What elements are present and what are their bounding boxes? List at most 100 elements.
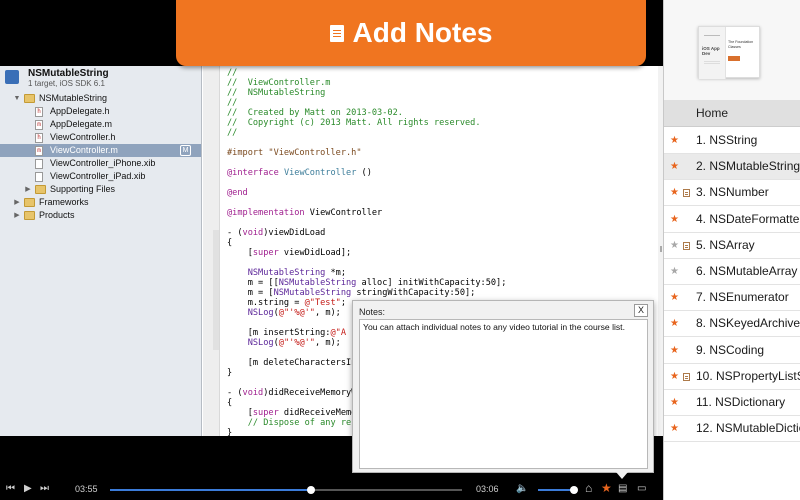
lesson-item[interactable]: ★ 2. NSMutableString <box>664 154 800 181</box>
navigator-item[interactable]: ViewController_iPhone.xib <box>0 157 201 170</box>
star-filled-icon[interactable]: ★ <box>669 154 680 179</box>
navigator-item-label: Products <box>39 210 75 220</box>
volume-knob[interactable] <box>570 486 579 494</box>
disclosure-closed-icon[interactable]: ▶ <box>24 183 32 196</box>
code-line: } <box>227 428 233 436</box>
lesson-item[interactable]: ★ 11. NSDictionary <box>664 390 800 416</box>
navigator-item[interactable]: m AppDelegate.m <box>0 118 201 131</box>
project-navigator: NSMutableString 1 target, iOS SDK 6.1 ▼ N… <box>0 66 202 436</box>
navigator-item[interactable]: h ViewController.h <box>0 131 201 144</box>
code-line: @end <box>227 188 248 198</box>
fullscreen-icon[interactable]: ▭ <box>637 483 646 495</box>
navigator-item[interactable]: ▼ NSMutableString <box>0 92 201 105</box>
code-line: // <box>227 128 238 138</box>
code-line: [m deleteCharactersIn <box>227 358 357 368</box>
notes-textarea[interactable]: You can attach individual notes to any v… <box>359 319 648 469</box>
elapsed-time: 03:55 <box>75 484 98 494</box>
folder-icon <box>24 211 35 220</box>
course-cover-image[interactable]: iOS App Dev The Foundation Classes <box>698 26 760 79</box>
lesson-item[interactable]: ★ 7. NSEnumerator <box>664 285 800 312</box>
lesson-item[interactable]: ★ 5. NSArray <box>664 233 800 259</box>
lesson-item[interactable]: ★ 8. NSKeyedArchiver <box>664 311 800 338</box>
notes-icon[interactable]: ▤ <box>618 483 627 495</box>
navigator-item[interactable]: ViewController_iPad.xib <box>0 170 201 183</box>
navigator-item[interactable]: ▶ Supporting Files <box>0 183 201 196</box>
xib-file-icon <box>35 172 43 182</box>
play-icon[interactable]: ▶ <box>24 483 32 495</box>
lesson-item[interactable]: ★ 10. NSPropertyListS <box>664 364 800 390</box>
feature-banner: Add Notes <box>176 0 646 66</box>
code-line: // NSMutableString <box>227 88 326 98</box>
project-subtitle: 1 target, iOS SDK 6.1 <box>28 79 105 88</box>
code-line: m.string = @"Test"; <box>227 298 347 308</box>
home-label: Home <box>696 106 729 120</box>
navigator-item[interactable]: ▶ Frameworks <box>0 196 201 209</box>
star-filled-icon[interactable]: ★ <box>669 128 680 153</box>
lesson-title: 4. NSDateFormatter <box>696 211 800 226</box>
lesson-item[interactable]: ★ 4. NSDateFormatter <box>664 207 800 233</box>
lesson-item[interactable]: ★ 3. NSNumber <box>664 180 800 207</box>
home-icon[interactable]: ⌂ <box>585 482 592 494</box>
volume-icon[interactable]: 🔈 <box>516 483 528 495</box>
home-row[interactable]: Home <box>664 100 800 127</box>
disclosure-closed-icon[interactable]: ▶ <box>13 196 21 209</box>
navigator-item-label: Frameworks <box>39 197 89 207</box>
star-filled-icon[interactable]: ★ <box>669 207 680 232</box>
cover-logo <box>728 56 740 61</box>
navigator-item[interactable]: h AppDelegate.h <box>0 105 201 118</box>
volume-slider[interactable] <box>538 486 579 494</box>
code-line: NSLog(@"'%@'", m); <box>247 338 341 348</box>
star-filled-icon[interactable]: ★ <box>669 390 680 415</box>
course-sidebar: iOS App Dev The Foundation Classes Home … <box>663 0 800 500</box>
code-line: NSMutableString *m; <box>247 268 347 278</box>
disclosure-closed-icon[interactable]: ▶ <box>13 209 21 222</box>
lesson-title: 3. NSNumber <box>696 185 769 200</box>
star-empty-icon[interactable]: ★ <box>669 259 680 284</box>
navigator-item-label: ViewController_iPad.xib <box>50 171 146 181</box>
star-filled-icon[interactable]: ★ <box>669 285 680 310</box>
star-filled-icon[interactable]: ★ <box>669 364 680 389</box>
code-line: @implementation ViewController <box>227 208 383 218</box>
progress-slider[interactable] <box>110 486 462 494</box>
lesson-item[interactable]: ★ 6. NSMutableArray <box>664 259 800 285</box>
modified-badge: M <box>180 145 191 156</box>
lesson-title: 7. NSEnumerator <box>696 290 789 305</box>
lesson-item[interactable]: ★ 9. NSCoding <box>664 338 800 364</box>
note-icon <box>329 24 344 42</box>
star-filled-icon[interactable]: ★ <box>669 338 680 363</box>
star-empty-icon[interactable]: ★ <box>669 233 680 258</box>
course-cover-area: iOS App Dev The Foundation Classes <box>664 0 800 100</box>
code-line: m = [[NSMutableString alloc] initWithCap… <box>227 278 507 288</box>
disclosure-open-icon[interactable]: ▼ <box>13 92 21 105</box>
navigator-item-label: ViewController.m <box>50 145 118 155</box>
navigator-item-label: Supporting Files <box>50 184 116 194</box>
xib-file-icon <box>35 159 43 169</box>
navigator-item-label: AppDelegate.h <box>50 106 110 116</box>
progress-knob[interactable] <box>306 486 315 494</box>
app-window: NSMutableString 1 target, iOS SDK 6.1 ▼ N… <box>0 0 800 500</box>
favorite-star-icon[interactable]: ★ <box>601 482 612 494</box>
code-line: // <box>227 68 238 78</box>
star-filled-icon[interactable]: ★ <box>669 416 680 441</box>
star-filled-icon[interactable]: ★ <box>669 180 680 205</box>
lesson-item[interactable]: ★ 1. NSString <box>664 128 800 154</box>
notes-close-button[interactable]: X <box>634 304 648 317</box>
folder-icon <box>35 185 46 194</box>
project-icon <box>5 70 19 84</box>
code-line: #import "ViewController.h" <box>227 148 362 158</box>
code-line: - (void)didReceiveMemoryW <box>227 388 357 398</box>
notes-label: Notes: <box>359 307 386 317</box>
folder-icon <box>24 94 35 103</box>
folder-icon <box>24 198 35 207</box>
code-line: } <box>227 368 233 378</box>
lesson-item[interactable]: ★ 12. NSMutableDictio <box>664 416 800 443</box>
lesson-title: 11. NSDictionary <box>696 395 786 409</box>
m-file-icon: m <box>35 146 43 156</box>
lesson-title: 2. NSMutableString <box>696 159 800 174</box>
star-filled-icon[interactable]: ★ <box>669 311 680 336</box>
navigator-item[interactable]: ▶ Products <box>0 209 201 222</box>
navigator-item[interactable]: m ViewController.m M <box>0 144 201 157</box>
rewind-icon[interactable]: ⏮ <box>6 483 15 495</box>
code-line: [m insertString:@"A " <box>227 328 357 338</box>
fast-forward-icon[interactable]: ⏭ <box>40 483 49 495</box>
